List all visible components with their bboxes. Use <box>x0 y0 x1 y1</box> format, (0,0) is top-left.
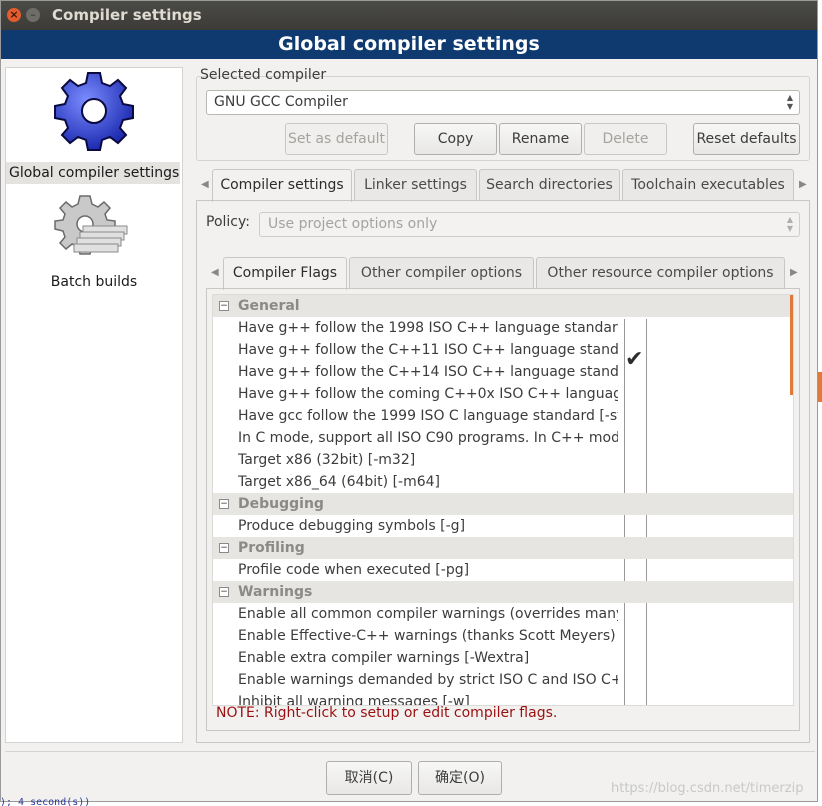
compiler-select-value: GNU GCC Compiler <box>214 94 348 110</box>
close-window-button[interactable]: × <box>7 8 21 22</box>
flag-row[interactable]: Have g++ follow the C++11 ISO C++ langua… <box>213 339 793 361</box>
category-label: Debugging <box>238 496 324 512</box>
reset-defaults-button[interactable]: Reset defaults <box>693 123 800 155</box>
compiler-settings-window: × – Compiler settings Global compiler se… <box>0 0 818 802</box>
flag-row[interactable]: Have gcc follow the 1999 ISO C language … <box>213 405 793 427</box>
flag-row[interactable]: Profile code when executed [-pg] <box>213 559 793 581</box>
selected-compiler-label: Selected compiler <box>200 67 327 83</box>
category-row-debugging[interactable]: − Debugging <box>213 493 793 515</box>
minimize-window-button[interactable]: – <box>26 8 40 22</box>
divider <box>5 751 815 752</box>
ok-button[interactable]: 确定(O) <box>418 761 502 795</box>
tab-linker-settings[interactable]: Linker settings <box>354 169 477 201</box>
checkmark-icon[interactable]: ✔ <box>625 347 643 372</box>
flag-label: Produce debugging symbols [-g] <box>238 518 466 534</box>
flag-row[interactable]: Enable Effective-C++ warnings (thanks Sc… <box>213 625 793 647</box>
flag-label: Target x86 (32bit) [-m32] <box>238 452 416 468</box>
collapse-icon[interactable]: − <box>219 301 229 311</box>
tab-other-resource-compiler-options[interactable]: Other resource compiler options <box>536 257 785 289</box>
subtab-scroll-right-icon[interactable]: ▶ <box>790 267 798 278</box>
flag-row[interactable]: Produce debugging symbols [-g] <box>213 515 793 537</box>
flag-row[interactable]: Have g++ follow the 1998 ISO C++ languag… <box>213 317 793 339</box>
category-row-general[interactable]: − General <box>213 295 793 317</box>
flag-row[interactable]: Enable all common compiler warnings (ove… <box>213 603 793 625</box>
flag-label: Target x86_64 (64bit) [-m64] <box>238 474 441 490</box>
tab-search-directories[interactable]: Search directories <box>479 169 620 201</box>
subtab-scroll-left-icon[interactable]: ◀ <box>211 267 219 278</box>
collapse-icon[interactable]: − <box>219 543 229 553</box>
window-title: Compiler settings <box>52 6 202 24</box>
category-label: Warnings <box>238 584 313 600</box>
flag-label: Enable Effective-C++ warnings (thanks Sc… <box>238 628 618 644</box>
batch-gear-icon <box>54 195 128 255</box>
tab-compiler-flags[interactable]: Compiler Flags <box>223 257 347 290</box>
sidebar-item-label: Batch builds <box>50 274 138 290</box>
flag-row[interactable]: In C mode, support all ISO C90 programs.… <box>213 427 793 449</box>
tree-scrollbar[interactable] <box>790 295 793 395</box>
flag-row[interactable]: Target x86_64 (64bit) [-m64] <box>213 471 793 493</box>
flag-row[interactable]: Inhibit all warning messages [-w] <box>213 691 793 706</box>
flag-label: Enable warnings demanded by strict ISO C… <box>238 672 618 688</box>
background-window-edge <box>818 372 822 402</box>
flag-label: Enable all common compiler warnings (ove… <box>238 606 618 622</box>
collapse-icon[interactable]: − <box>219 587 229 597</box>
flag-label: Have g++ follow the coming C++0x ISO C++… <box>238 386 618 402</box>
sidebar-item-label: Global compiler settings <box>6 162 180 184</box>
spin-arrows-icon: ▲ ▼ <box>786 215 793 233</box>
title-bar[interactable]: × – Compiler settings <box>1 1 817 30</box>
flag-row[interactable]: Target x86 (32bit) [-m32] <box>213 449 793 471</box>
flag-row[interactable]: Have g++ follow the coming C++0x ISO C++… <box>213 383 793 405</box>
collapse-icon[interactable]: − <box>219 499 229 509</box>
page-banner: Global compiler settings <box>1 30 817 59</box>
tab-other-compiler-options[interactable]: Other compiler options <box>349 257 534 289</box>
gear-icon <box>54 72 134 151</box>
flag-row[interactable]: Enable warnings demanded by strict ISO C… <box>213 669 793 691</box>
flag-row[interactable]: Have g++ follow the C++14 ISO C++ langua… <box>213 361 793 383</box>
rename-button[interactable]: Rename <box>499 123 582 155</box>
policy-select[interactable]: Use project options only ▲ ▼ <box>259 212 800 237</box>
delete-button[interactable]: Delete <box>584 123 667 155</box>
settings-sidebar: Global compiler settings Batch builds <box>5 67 183 743</box>
flags-note: NOTE: Right-click to setup or edit compi… <box>216 705 558 721</box>
flag-label: Have g++ follow the 1998 ISO C++ languag… <box>238 320 618 336</box>
settings-tabs: ◀ Compiler settings Linker settings Sear… <box>196 169 810 202</box>
flag-label: Have gcc follow the 1999 ISO C language … <box>238 408 618 424</box>
sidebar-item-batch-builds[interactable]: Batch builds <box>6 194 182 294</box>
sidebar-item-global-compiler-settings[interactable]: Global compiler settings <box>6 70 182 186</box>
spin-arrows-icon: ▲ ▼ <box>786 93 793 111</box>
category-row-warnings[interactable]: − Warnings <box>213 581 793 603</box>
category-label: General <box>238 298 300 314</box>
tab-scroll-left-icon[interactable]: ◀ <box>201 179 209 190</box>
category-row-profiling[interactable]: − Profiling <box>213 537 793 559</box>
category-label: Profiling <box>238 540 305 556</box>
flag-label: Have g++ follow the C++14 ISO C++ langua… <box>238 364 618 380</box>
copy-button[interactable]: Copy <box>414 123 497 155</box>
compiler-select[interactable]: GNU GCC Compiler ▲ ▼ <box>206 90 800 115</box>
flag-label: Inhibit all warning messages [-w] <box>238 694 470 706</box>
tab-toolchain-executables[interactable]: Toolchain executables <box>622 169 794 201</box>
policy-label: Policy: <box>206 214 250 230</box>
policy-select-value: Use project options only <box>268 216 438 232</box>
flag-label: Have g++ follow the C++11 ISO C++ langua… <box>238 342 618 358</box>
background-terminal-text: ); 4 second(s)) <box>0 797 91 806</box>
flag-label: Enable extra compiler warnings [-Wextra] <box>238 650 530 666</box>
watermark: https://blog.csdn.net/timerzip <box>611 781 804 796</box>
cancel-button[interactable]: 取消(C) <box>326 761 412 795</box>
flag-row[interactable]: Enable extra compiler warnings [-Wextra] <box>213 647 793 669</box>
flag-label: In C mode, support all ISO C90 programs.… <box>238 430 618 446</box>
flag-label: Profile code when executed [-pg] <box>238 562 470 578</box>
set-as-default-button[interactable]: Set as default <box>285 123 388 155</box>
compiler-flags-tree[interactable]: − General Have g++ follow the 1998 ISO C… <box>212 294 794 706</box>
tab-scroll-right-icon[interactable]: ▶ <box>799 179 807 190</box>
tab-compiler-settings[interactable]: Compiler settings <box>212 169 352 202</box>
